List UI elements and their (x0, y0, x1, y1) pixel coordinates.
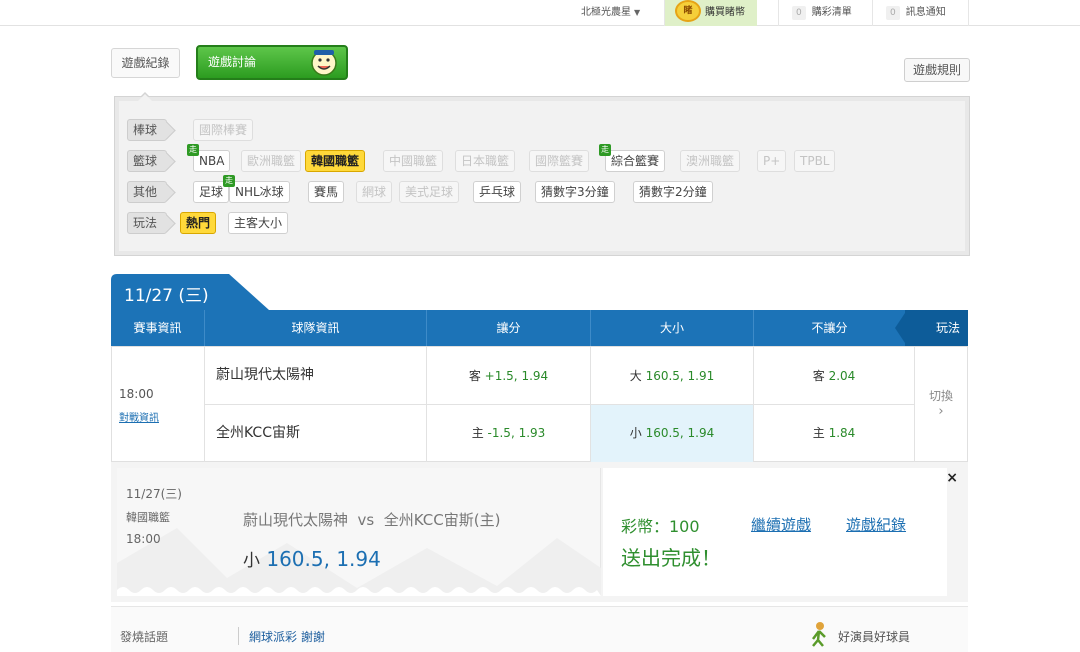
odds-total-under[interactable]: 小 160.5, 1.94 (591, 405, 754, 462)
tag-home-away-total[interactable]: 主客大小 (228, 212, 289, 234)
odds-total-over[interactable]: 大 160.5, 1.91 (591, 347, 754, 405)
event-info-cell: 18:00 對戰資訊 (112, 347, 205, 462)
bet-slip-card: 11/27(三) 韓國職籃 18:00 蔚山現代太陽神 vs 全州KCC宙斯(主… (117, 468, 601, 596)
tag-horse-racing[interactable]: 賽馬 (308, 181, 345, 203)
switch-label: 切換 (928, 389, 953, 403)
tag-japan-basketball[interactable]: 日本職籃 (455, 150, 516, 172)
game-discussion-button[interactable]: 遊戲討論 (196, 45, 348, 80)
tag-guess-2min[interactable]: 猜數字2分鐘 (633, 181, 713, 203)
cart-label: 購彩清單 (811, 7, 852, 18)
bet-result-panel: 彩幣：100 送出完成！ 繼續遊戲 遊戲紀錄 (603, 468, 947, 596)
game-record-button[interactable]: 遊戲紀錄 (111, 48, 180, 78)
buy-coin-button[interactable]: 睹購買睹幣 (665, 0, 757, 26)
message-label: 訊息通知 (905, 7, 946, 18)
sport-filter-panel: 棒球 國際棒賽 籃球 走 NBA 歐洲職籃 韓國職籃 中國職籃 日本職籃 國際籃賽… (114, 96, 970, 256)
bet-pick: 小 160.5, 1.94 (243, 547, 381, 571)
filter-heading-other: 其他 (127, 181, 167, 203)
live-badge-icon: 走 (187, 144, 199, 156)
mascot-icon (311, 50, 337, 76)
filter-heading-baseball: 棒球 (127, 119, 167, 141)
ticket-pattern-icon (117, 528, 601, 596)
bet-time: 18:00 (126, 532, 161, 546)
odds-ml-home[interactable]: 主 1.84 (754, 405, 915, 462)
cart-link[interactable]: 0 購彩清單 (792, 0, 852, 26)
team-away: 蔚山現代太陽神 (205, 347, 427, 405)
tag-nhl[interactable]: 走 NHL冰球 (223, 175, 290, 203)
bet-date: 11/27(三) (126, 487, 182, 501)
tag-guess-3min[interactable]: 猜數字3分鐘 (535, 181, 615, 203)
cart-count: 0 (792, 6, 806, 20)
message-count: 0 (886, 6, 900, 20)
bet-league: 韓國職籃 (126, 511, 170, 524)
switch-play-button[interactable]: 切換 › (915, 347, 967, 462)
continue-game-link[interactable]: 繼續遊戲 (751, 514, 811, 535)
tag-korea-basketball[interactable]: 韓國職籃 (305, 150, 366, 172)
tag-tpbl[interactable]: TPBL (794, 150, 836, 172)
game-rules-button[interactable]: 遊戲規則 (904, 58, 970, 82)
bet-status: 送出完成！ (621, 546, 721, 570)
location-dropdown[interactable]: 北極光農星 ▼ (581, 0, 640, 26)
tag-hot[interactable]: 熱門 (180, 212, 217, 234)
header-event-info: 賽事資訊 (111, 310, 205, 346)
chevron-down-icon: ▼ (634, 8, 641, 17)
header-play-type[interactable]: 玩法 (895, 310, 968, 346)
live-badge-icon: 走 (599, 144, 611, 156)
odds-ml-away[interactable]: 客 2.04 (754, 347, 915, 405)
chevron-right-icon: › (938, 404, 944, 419)
tag-euro-basketball[interactable]: 歐洲職籃 (241, 150, 302, 172)
game-discussion-label: 遊戲討論 (208, 55, 257, 69)
filter-heading-play: 玩法 (127, 212, 167, 234)
bet-matchup: 蔚山現代太陽神 vs 全州KCC宙斯(主) (243, 511, 501, 529)
header-spread: 讓分 (427, 310, 591, 346)
hot-topic-link[interactable]: 網球派彩 謝謝 (249, 628, 325, 645)
hot-topic-label: 發燒話題 (120, 630, 169, 644)
tag-p-plus[interactable]: P+ (757, 150, 787, 172)
odds-spread-home[interactable]: 主 -1.5, 1.93 (427, 405, 591, 462)
filter-heading-basketball: 籃球 (127, 150, 167, 172)
tag-china-basketball[interactable]: 中國職籃 (383, 150, 444, 172)
odds-spread-away[interactable]: 客 +1.5, 1.94 (427, 347, 591, 405)
date-label: 11/27 (三) (124, 286, 209, 306)
odds-table: 18:00 對戰資訊 蔚山現代太陽神 全州KCC宙斯 客 +1.5, 1.94 … (111, 346, 968, 462)
message-link[interactable]: 0 訊息通知 (886, 0, 946, 26)
game-record-link[interactable]: 遊戲紀錄 (846, 514, 906, 535)
team-home: 全州KCC宙斯 (205, 405, 427, 462)
buy-coin-label: 購買睹幣 (705, 7, 745, 18)
coin-icon: 睹 (675, 0, 701, 22)
tag-aus-basketball[interactable]: 澳洲職籃 (680, 150, 741, 172)
header-team-info: 球隊資訊 (205, 310, 427, 346)
tag-intl-basketball[interactable]: 國際籃賽 (529, 150, 590, 172)
tag-intl-baseball[interactable]: 國際棒賽 (193, 119, 254, 141)
tag-american-football[interactable]: 美式足球 (399, 181, 460, 203)
player-icon (812, 622, 826, 647)
footer-right-link[interactable]: 好演員好球員 (838, 628, 910, 645)
match-detail-link[interactable]: 對戰資訊 (119, 409, 159, 424)
top-bar: 北極光農星 ▼ 睹購買睹幣 0 購彩清單 0 訊息通知 (0, 0, 1080, 26)
tag-table-tennis[interactable]: 乒乓球 (473, 181, 522, 203)
match-time: 18:00 (119, 387, 154, 401)
tag-combined-basketball[interactable]: 走綜合籃賽 (599, 144, 666, 172)
bet-stake: 彩幣：100 (621, 517, 700, 536)
tag-tennis[interactable]: 網球 (356, 181, 393, 203)
header-moneyline: 不讓分 (811, 321, 848, 335)
location-label: 北極光農星 (581, 7, 631, 18)
header-total: 大小 (591, 310, 754, 346)
bet-confirmation-panel: 11/27(三) 韓國職籃 18:00 蔚山現代太陽神 vs 全州KCC宙斯(主… (111, 462, 968, 602)
hot-topics-bar: 發燒話題 網球派彩 謝謝 好演員好球員 (111, 606, 968, 652)
tag-nba[interactable]: 走 NBA (187, 144, 231, 172)
close-icon[interactable]: × (946, 470, 958, 486)
live-badge-icon: 走 (223, 175, 235, 187)
odds-table-header: 賽事資訊 球隊資訊 讓分 大小 不讓分 玩法 (111, 310, 968, 346)
